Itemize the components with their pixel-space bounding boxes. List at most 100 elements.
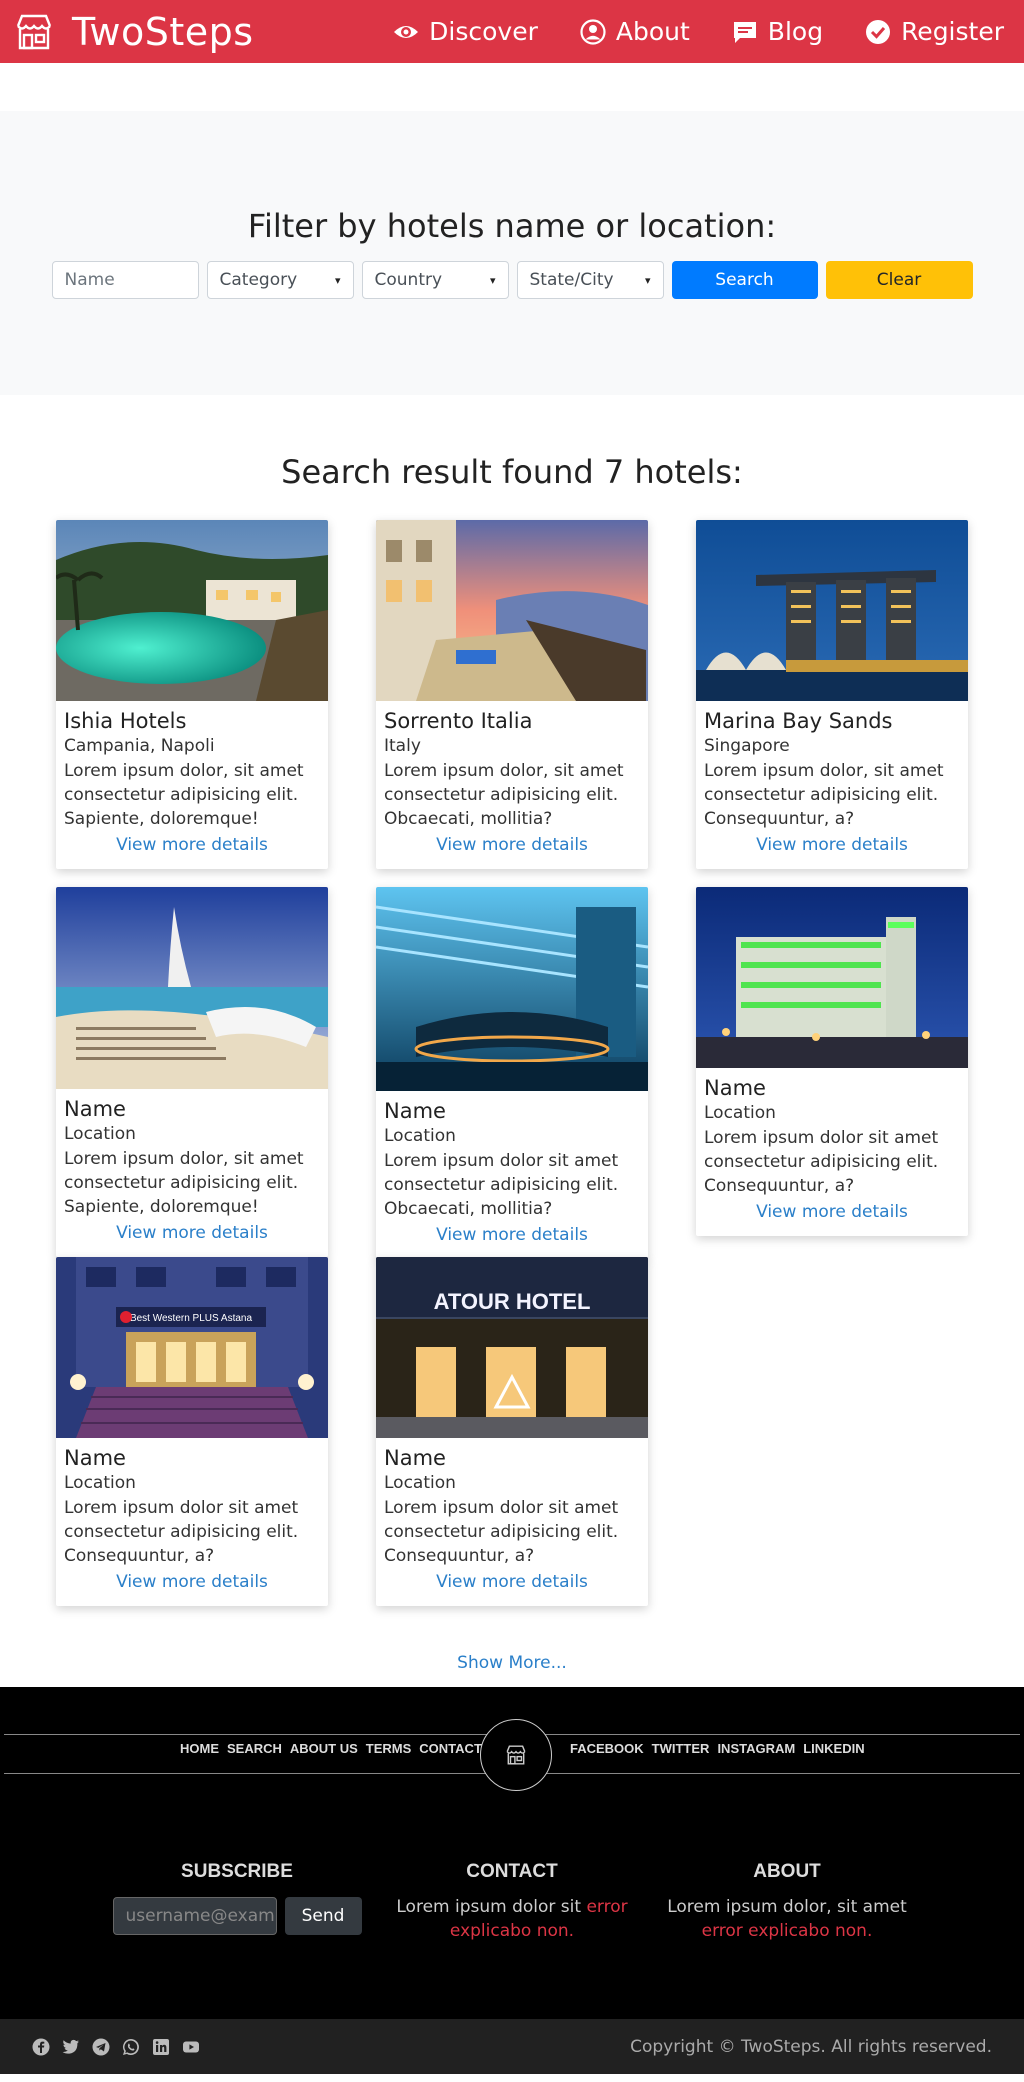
hotel-location: Location <box>704 1103 776 1123</box>
hotel-name: Name <box>64 1097 126 1121</box>
hotel-location: Location <box>384 1126 456 1146</box>
view-details-link[interactable]: View more details <box>704 835 960 855</box>
nav-discover[interactable]: Discover <box>393 17 538 46</box>
twitter-icon[interactable] <box>62 2038 80 2056</box>
view-details-link[interactable]: View more details <box>64 1572 320 1592</box>
about-text-highlight: error explicabo non. <box>701 1921 873 1941</box>
search-button[interactable]: Search <box>671 261 818 299</box>
chevron-down-icon: ▾ <box>489 273 496 287</box>
hotel-description: Lorem ipsum dolor sit amet consectetur a… <box>384 1498 619 1566</box>
hotel-name: Sorrento Italia <box>384 709 533 733</box>
hotel-description: Lorem ipsum dolor sit amet consectetur a… <box>704 1128 939 1196</box>
nav-discover-label: Discover <box>429 17 538 46</box>
hotel-sign: ATOUR HOTEL <box>434 1289 591 1314</box>
view-details-link[interactable]: View more details <box>384 1572 640 1592</box>
card-body: Name Location Lorem ipsum dolor sit amet… <box>376 1091 648 1259</box>
footer-link-about[interactable]: ABOUT US <box>290 1741 358 1756</box>
filter-row: Name Category ▾ Country ▾ State/City ▾ Sear… <box>51 261 973 299</box>
send-button[interactable]: Send <box>284 1897 362 1935</box>
subscribe-column: SUBSCRIBE username@example.com Send <box>100 1861 374 1935</box>
contact-text-main: Lorem ipsum dolor sit <box>396 1897 582 1917</box>
state-select-value: State/City <box>529 270 614 290</box>
footer-link-terms[interactable]: TERMS <box>366 1741 412 1756</box>
hotel-image: ATOUR HOTEL <box>376 1257 648 1438</box>
navbar: TwoSteps Discover About Blog Register <box>0 0 1024 63</box>
contact-title: CONTACT <box>466 1861 558 1882</box>
view-details-link[interactable]: View more details <box>384 835 640 855</box>
hotel-name: Name <box>64 1446 126 1470</box>
store-icon <box>16 14 52 49</box>
footer-link-twitter[interactable]: TWITTER <box>652 1741 710 1756</box>
check-circle-icon <box>866 19 891 44</box>
card-body: Name Location Lorem ipsum dolor sit amet… <box>696 1068 968 1236</box>
category-select[interactable]: Category ▾ <box>206 261 354 299</box>
linkedin-icon[interactable] <box>152 2038 170 2056</box>
show-more-link[interactable]: Show More... <box>0 1653 1024 1687</box>
footer-link-linkedin[interactable]: LINKEDIN <box>803 1741 864 1756</box>
hotel-image <box>56 520 328 701</box>
hotel-image <box>376 887 648 1091</box>
youtube-icon[interactable] <box>182 2038 200 2056</box>
facebook-icon[interactable] <box>32 2038 50 2056</box>
card-body: Name Location Lorem ipsum dolor, sit ame… <box>56 1089 328 1257</box>
view-details-link[interactable]: View more details <box>64 835 320 855</box>
footer-logo[interactable] <box>480 1719 552 1791</box>
view-details-link[interactable]: View more details <box>384 1225 640 1245</box>
nav-about[interactable]: About <box>580 17 690 46</box>
footer-nav-left: HOME SEARCH ABOUT US TERMS CONTACT <box>180 1741 482 1756</box>
about-text-main: Lorem ipsum dolor, sit amet <box>667 1897 907 1917</box>
telegram-icon[interactable] <box>92 2038 110 2056</box>
hotel-card: Name Location Lorem ipsum dolor sit amet… <box>696 887 968 1236</box>
clear-button[interactable]: Clear <box>825 261 973 299</box>
hotel-description: Lorem ipsum dolor sit amet consectetur a… <box>64 1498 299 1566</box>
name-input[interactable]: Name <box>51 261 199 299</box>
hotel-description: Lorem ipsum dolor sit amet consectetur a… <box>384 1151 619 1219</box>
view-details-link[interactable]: View more details <box>64 1223 320 1243</box>
nav-blog[interactable]: Blog <box>732 17 823 46</box>
subscribe-form: username@example.com Send <box>100 1897 374 1935</box>
hotel-description: Lorem ipsum dolor, sit amet consectetur … <box>64 1149 304 1217</box>
hotel-name: Marina Bay Sands <box>704 709 893 733</box>
subscribe-title: SUBSCRIBE <box>181 1861 293 1882</box>
chat-icon <box>733 21 756 43</box>
hotel-image <box>376 520 648 701</box>
contact-text: Lorem ipsum dolor sit error explicabo no… <box>392 1895 632 1943</box>
nav-about-label: About <box>615 17 690 46</box>
results-title: Search result found 7 hotels: <box>281 453 743 491</box>
category-select-value: Category <box>219 270 298 290</box>
brand-name: TwoSteps <box>72 9 254 54</box>
state-select[interactable]: State/City ▾ <box>516 261 664 299</box>
hotel-card: ATOUR HOTEL Name Location Lorem ipsum do… <box>376 1257 648 1606</box>
footer-link-search[interactable]: SEARCH <box>227 1741 282 1756</box>
footer-link-instagram[interactable]: INSTAGRAM <box>717 1741 795 1756</box>
country-select[interactable]: Country ▾ <box>361 261 509 299</box>
results-grid: Ishia Hotels Campania, Napoli Lorem ipsu… <box>0 491 1024 1653</box>
hotel-card: Ishia Hotels Campania, Napoli Lorem ipsu… <box>56 520 328 869</box>
hotel-location: Location <box>64 1473 136 1493</box>
hotel-description: Lorem ipsum dolor, sit amet consectetur … <box>384 761 624 829</box>
brand[interactable]: TwoSteps <box>14 10 254 54</box>
country-select-value: Country <box>374 270 443 290</box>
hotel-name: Name <box>704 1076 766 1100</box>
hotel-location: Location <box>384 1473 456 1493</box>
eye-icon <box>394 25 419 38</box>
hotel-location: Campania, Napoli <box>64 736 215 756</box>
store-icon <box>506 1745 526 1765</box>
whatsapp-icon[interactable] <box>122 2038 140 2056</box>
footer-link-contact[interactable]: CONTACT <box>419 1741 482 1756</box>
nav-register-label: Register <box>901 17 1004 46</box>
nav-blog-label: Blog <box>767 17 824 46</box>
footer-link-facebook[interactable]: FACEBOOK <box>570 1741 644 1756</box>
footer-link-home[interactable]: HOME <box>180 1741 219 1756</box>
filter-title: Filter by hotels name or location: <box>247 207 777 245</box>
email-field[interactable]: username@example.com <box>112 1897 277 1935</box>
user-circle-icon <box>580 18 606 45</box>
nav-register[interactable]: Register <box>865 17 1004 46</box>
hotel-description: Lorem ipsum dolor, sit amet consectetur … <box>64 761 304 829</box>
card-body: Name Location Lorem ipsum dolor sit amet… <box>56 1438 328 1606</box>
card-body: Marina Bay Sands Singapore Lorem ipsum d… <box>696 701 968 869</box>
page: TwoSteps Discover About Blog Register Fi… <box>0 0 1024 2074</box>
view-details-link[interactable]: View more details <box>704 1202 960 1222</box>
card-body: Ishia Hotels Campania, Napoli Lorem ipsu… <box>56 701 328 869</box>
bottom-bar: Copyright © TwoSteps. All rights reserve… <box>0 2019 1024 2074</box>
